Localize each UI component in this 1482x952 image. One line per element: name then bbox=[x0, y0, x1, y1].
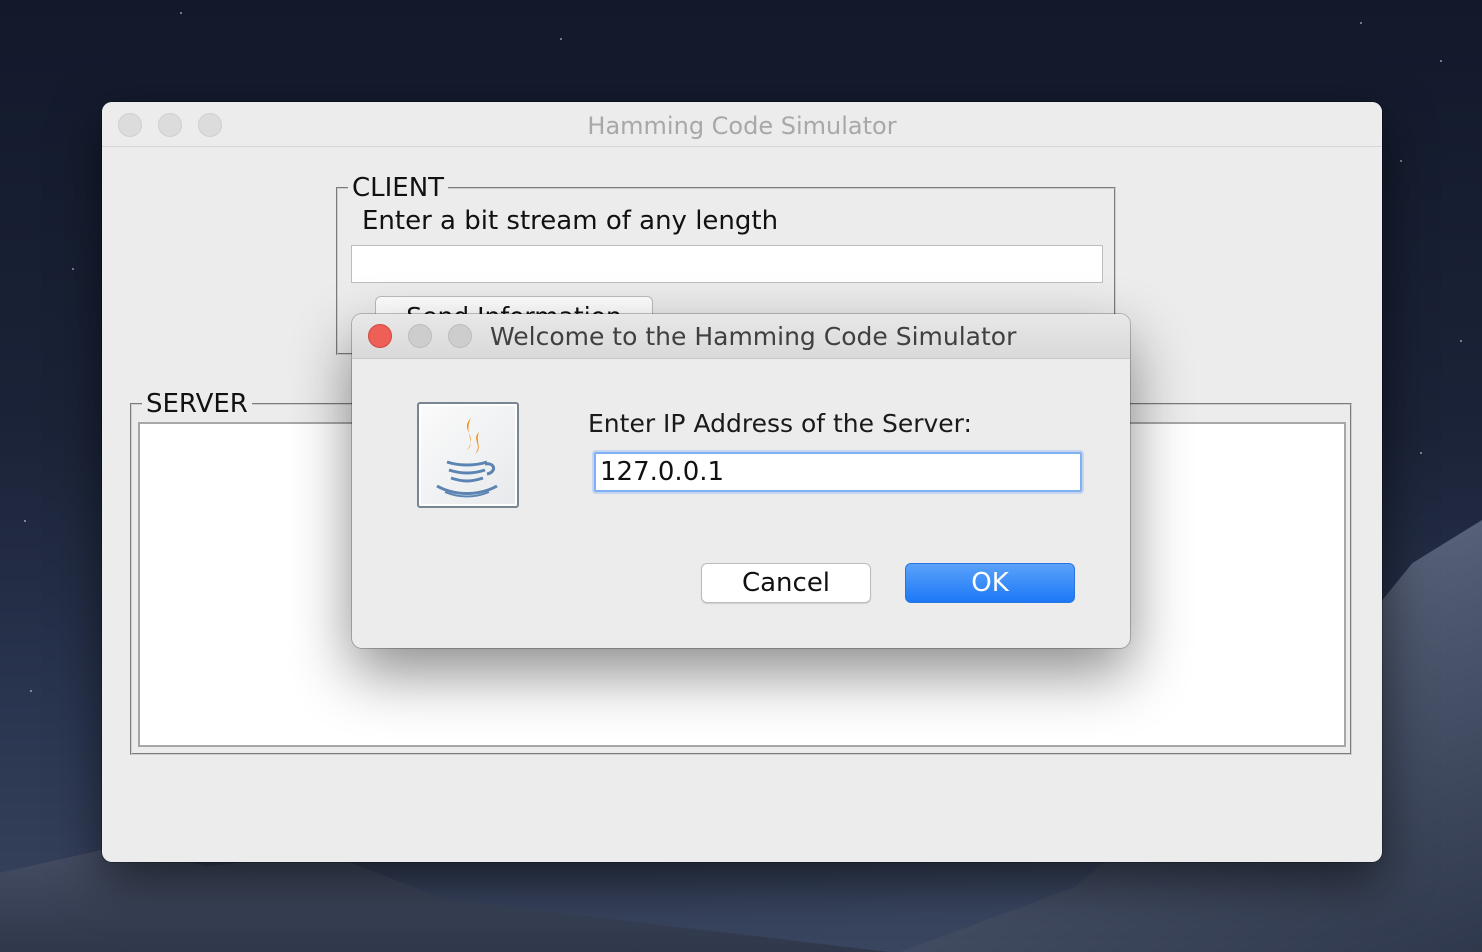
dialog-minimize-button[interactable] bbox=[408, 324, 432, 348]
dialog-zoom-button[interactable] bbox=[448, 324, 472, 348]
star bbox=[24, 520, 26, 522]
dialog-close-button[interactable] bbox=[368, 324, 392, 348]
dialog-title: Welcome to the Hamming Code Simulator bbox=[490, 322, 1017, 351]
ip-address-dialog: Welcome to the Hamming Code Simulator En… bbox=[352, 314, 1130, 648]
ip-address-label: Enter IP Address of the Server: bbox=[588, 409, 972, 438]
star bbox=[30, 690, 32, 692]
cancel-button[interactable]: Cancel bbox=[701, 563, 871, 603]
star bbox=[1400, 160, 1402, 162]
dialog-titlebar[interactable]: Welcome to the Hamming Code Simulator bbox=[352, 314, 1130, 359]
window-title: Hamming Code Simulator bbox=[587, 112, 897, 140]
star bbox=[1360, 22, 1362, 24]
server-legend: SERVER bbox=[146, 389, 248, 419]
java-coffee-cup-icon bbox=[417, 402, 519, 508]
star bbox=[1420, 452, 1422, 454]
star bbox=[1440, 60, 1442, 62]
bit-stream-input[interactable] bbox=[351, 245, 1103, 283]
star bbox=[1460, 340, 1462, 342]
main-titlebar[interactable]: Hamming Code Simulator bbox=[102, 102, 1382, 147]
star bbox=[180, 12, 182, 14]
ip-address-input[interactable] bbox=[594, 452, 1082, 492]
star bbox=[72, 268, 74, 270]
ok-button[interactable]: OK bbox=[905, 563, 1075, 603]
client-legend: CLIENT bbox=[352, 173, 445, 203]
star bbox=[560, 38, 562, 40]
bit-stream-label: Enter a bit stream of any length bbox=[362, 206, 779, 236]
